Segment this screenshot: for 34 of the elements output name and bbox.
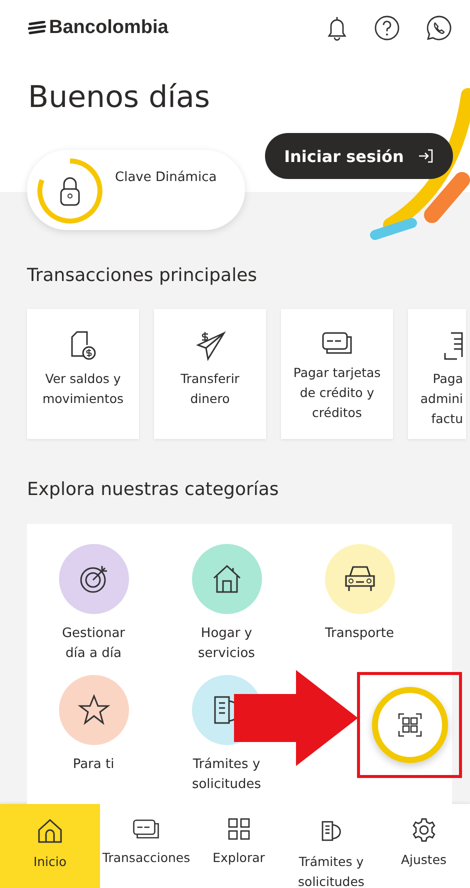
category-item[interactable]: Gestionar día a día: [27, 544, 160, 669]
qr-scan-button[interactable]: [372, 687, 448, 763]
logo-stripes-icon: [28, 21, 46, 35]
nav-tab[interactable]: Trámites y solicitudes: [285, 804, 378, 888]
nav-tab[interactable]: Inicio: [0, 804, 100, 888]
dynamic-key-card[interactable]: Clave Dinámica: [27, 150, 245, 230]
transaction-card[interactable]: Ver saldos y movimientos: [27, 309, 139, 439]
transaction-card[interactable]: Pagar tarjetas de crédito y créditos: [281, 309, 393, 439]
home-icon: [37, 818, 63, 844]
transaction-card[interactable]: Transferir dinero: [154, 309, 266, 439]
section-title: Transacciones principales: [27, 265, 258, 288]
receipt-icon: [443, 331, 463, 361]
bell-icon[interactable]: [326, 15, 348, 41]
padlock-ring-icon: [37, 158, 103, 224]
qr-scan-icon: [398, 713, 422, 737]
chat-phone-icon[interactable]: [426, 15, 452, 41]
transaction-card[interactable]: Paga admini factu: [408, 309, 466, 439]
documents-icon: [319, 818, 344, 844]
cards-icon: [321, 331, 353, 355]
nav-tab[interactable]: Ajustes: [378, 804, 470, 888]
category-item[interactable]: Hogar y servicios: [160, 544, 293, 669]
document-coin-icon: [70, 331, 96, 361]
section-title: Explora nuestras categorías: [27, 479, 280, 502]
help-icon[interactable]: [374, 15, 400, 41]
paper-plane-icon: [194, 331, 226, 361]
settings-icon: [412, 818, 436, 842]
category-item[interactable]: Para ti: [27, 675, 160, 800]
grid-icon: [228, 818, 250, 840]
greeting-title: Buenos días: [28, 80, 211, 115]
brand-name: Bancolombia: [49, 17, 168, 39]
login-arrow-icon: [418, 149, 434, 163]
login-button[interactable]: Iniciar sesión: [265, 133, 453, 179]
cards-icon: [132, 818, 160, 840]
category-item[interactable]: Transporte: [293, 544, 426, 669]
